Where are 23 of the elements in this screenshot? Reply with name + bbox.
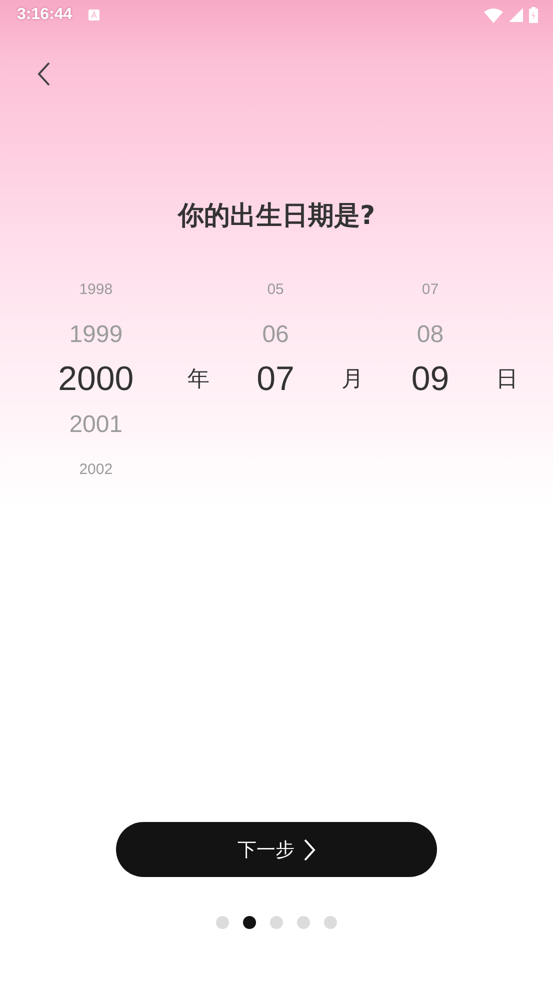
wheel-value[interactable]: 1998	[79, 267, 113, 312]
wheel-value[interactable]: 2002	[79, 447, 113, 492]
unit-label: 年	[188, 366, 210, 394]
wheel-value[interactable]: 2000	[58, 357, 134, 402]
wheel-value[interactable]: 06	[262, 312, 289, 357]
battery-icon	[529, 7, 538, 23]
unit-label: 月	[341, 366, 364, 394]
status-time: 3:16:44	[17, 6, 72, 24]
wheel-value[interactable]: 08	[416, 312, 444, 357]
unit-label: 日	[496, 366, 518, 394]
wheel-value[interactable]: 1999	[69, 312, 123, 357]
signal-icon	[509, 8, 523, 22]
wheel-value[interactable]: 05	[267, 267, 284, 312]
wheel-value[interactable]: 09	[411, 357, 450, 402]
back-icon[interactable]	[37, 62, 51, 86]
wheel-value[interactable]: 07	[422, 267, 439, 312]
wheel-value[interactable]: 2001	[69, 402, 123, 447]
wifi-icon	[484, 8, 503, 22]
question-title: 你的出生日期是?	[176, 200, 376, 233]
notification-icon	[88, 9, 100, 21]
wheel-value[interactable]: 07	[256, 357, 294, 402]
chevron-right-icon	[302, 838, 316, 860]
next-button[interactable]: 下一步	[116, 822, 437, 877]
